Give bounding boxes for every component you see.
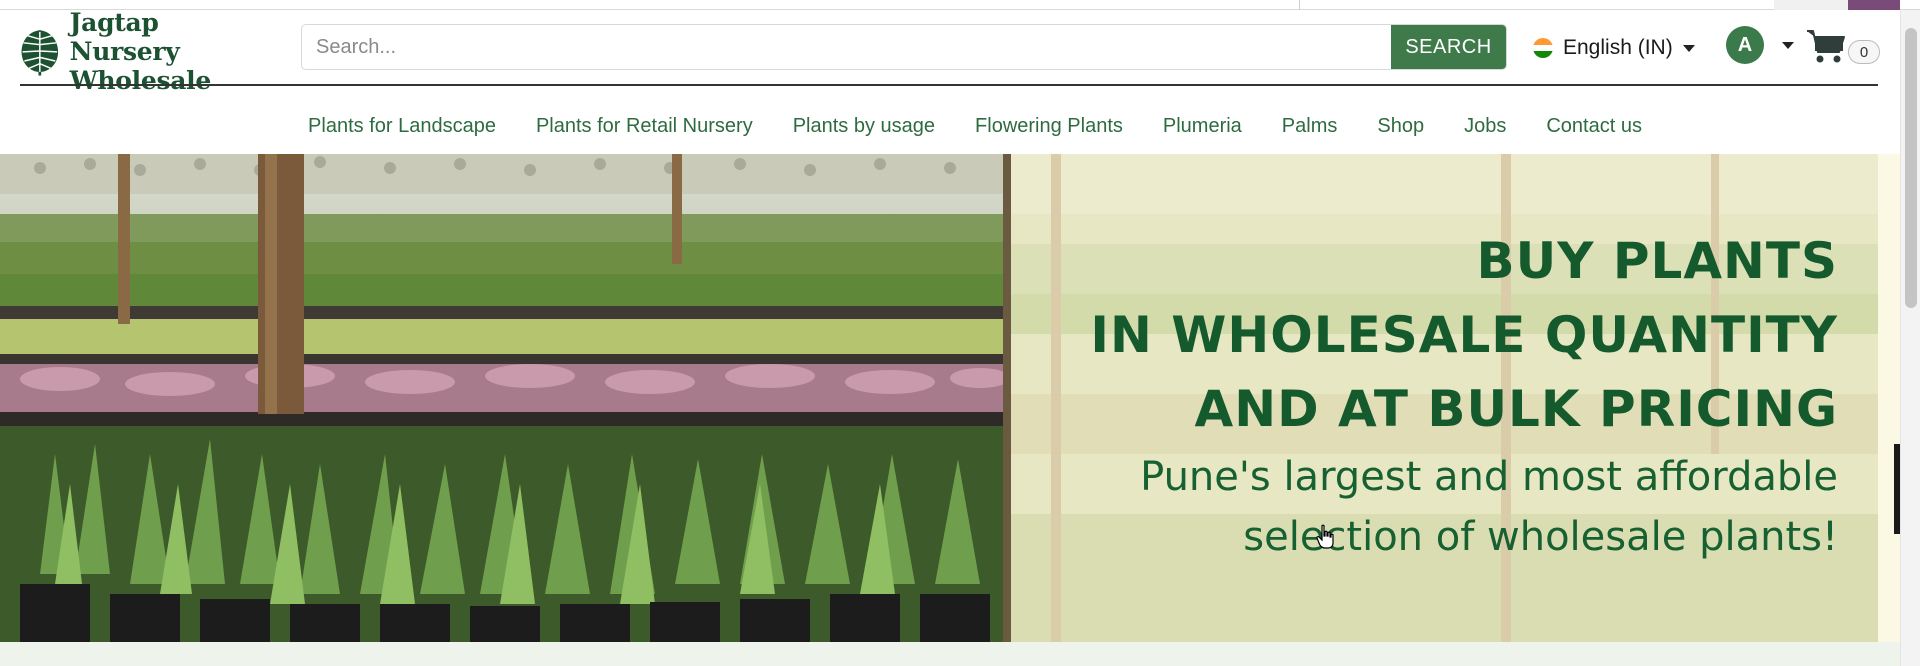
language-selector[interactable]: English (IN) <box>1533 30 1695 66</box>
nav-item-plumeria[interactable]: Plumeria <box>1143 115 1262 138</box>
nav-item-palms[interactable]: Palms <box>1262 115 1358 138</box>
top-grey-tab <box>1774 0 1848 10</box>
monstera-leaf-icon <box>21 30 59 76</box>
hand-cursor-icon <box>1316 524 1334 549</box>
shopping-cart-icon <box>1807 30 1845 63</box>
hero-subheading-line2: selection of wholesale plants! <box>1243 514 1838 560</box>
language-label: English (IN) <box>1563 36 1673 59</box>
chevron-down-icon <box>1682 44 1695 52</box>
hero-subheading-line1: Pune's largest and most affordable <box>1140 454 1838 500</box>
india-flag-icon <box>1533 38 1553 58</box>
cart-count-badge: 0 <box>1848 40 1880 64</box>
hero-copy: BUY PLANTS IN WHOLESALE QUANTITY AND AT … <box>1090 224 1838 566</box>
header-divider <box>20 84 1878 86</box>
page-scrollbar[interactable] <box>1900 10 1920 666</box>
top-purple-tab <box>1848 0 1900 10</box>
scrollbar-thumb[interactable] <box>1905 28 1917 308</box>
hero-heading-line1: BUY PLANTS <box>1476 232 1838 290</box>
search-input[interactable] <box>302 25 1391 69</box>
site-header: Jagtap Nursery Wholesale SEARCH English … <box>0 8 1900 154</box>
nav-item-flowering-plants[interactable]: Flowering Plants <box>955 115 1143 138</box>
search-button[interactable]: SEARCH <box>1391 25 1506 69</box>
nav-item-plants-by-usage[interactable]: Plants by usage <box>773 115 955 138</box>
brand-logo[interactable]: Jagtap Nursery Wholesale <box>18 8 258 95</box>
next-section-band <box>0 642 1900 666</box>
hero-right-edge <box>1878 154 1900 642</box>
cart-link[interactable]: 0 <box>1806 24 1886 68</box>
nav-item-jobs[interactable]: Jobs <box>1444 115 1526 138</box>
nav-item-plants-for-retail-nursery[interactable]: Plants for Retail Nursery <box>516 115 773 138</box>
search-bar: SEARCH <box>301 24 1507 70</box>
main-nav: Plants for Landscape Plants for Retail N… <box>0 100 1900 152</box>
hero-heading-line3: AND AT BULK PRICING <box>1194 380 1838 438</box>
hero-text-panel: BUY PLANTS IN WHOLESALE QUANTITY AND AT … <box>1011 154 1878 642</box>
brand-name-line1: Jagtap Nursery <box>69 7 180 66</box>
brand-name-line2: Wholesale <box>69 65 212 95</box>
nav-item-contact-us[interactable]: Contact us <box>1526 115 1662 138</box>
nav-item-plants-for-landscape[interactable]: Plants for Landscape <box>288 115 516 138</box>
browser-top-strip <box>0 0 1920 10</box>
brand-name: Jagtap Nursery Wholesale <box>70 8 258 95</box>
hero-banner: BUY PLANTS IN WHOLESALE QUANTITY AND AT … <box>0 154 1878 642</box>
hero-heading-line2: IN WHOLESALE QUANTITY <box>1090 306 1838 364</box>
nursery-photo-illustration <box>0 154 1011 642</box>
nursery-photo <box>0 154 1011 642</box>
top-divider <box>1299 0 1300 10</box>
account-chevron-down-icon[interactable] <box>1782 42 1794 49</box>
nav-item-shop[interactable]: Shop <box>1357 115 1444 138</box>
user-avatar[interactable]: A <box>1726 26 1764 64</box>
